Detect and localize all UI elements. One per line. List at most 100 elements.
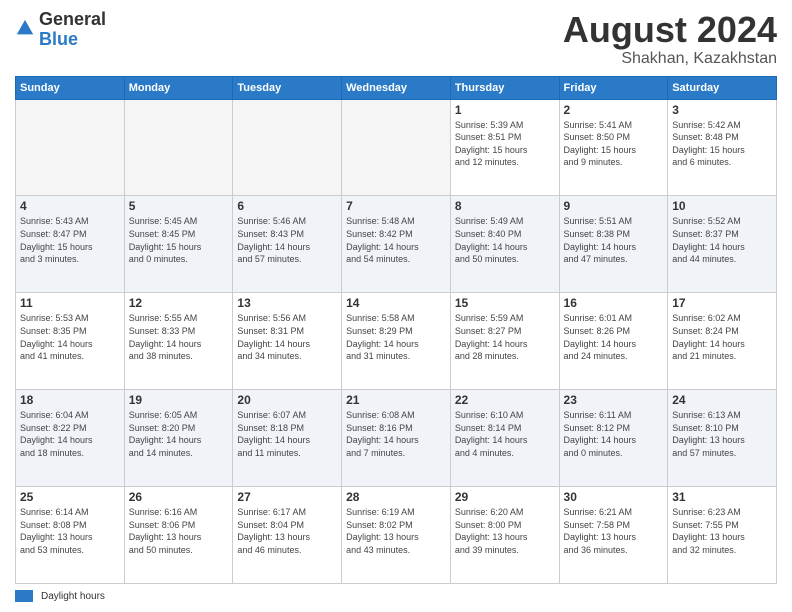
legend-text: Daylight hours (41, 591, 105, 602)
day-number: 2 (564, 103, 664, 117)
logo: General Blue (15, 10, 106, 50)
day-number: 26 (129, 490, 229, 504)
calendar-cell: 7 Sunrise: 5:48 AM Sunset: 8:42 PM Daylig… (342, 196, 451, 293)
day-info: Sunrise: 6:14 AM Sunset: 8:08 PM Dayligh… (20, 506, 120, 556)
calendar-cell (342, 99, 451, 196)
day-number: 19 (129, 393, 229, 407)
main-title: August 2024 (563, 10, 777, 50)
calendar-week-row: 25 Sunrise: 6:14 AM Sunset: 8:08 PM Dayli… (16, 487, 777, 584)
calendar-table: SundayMondayTuesdayWednesdayThursdayFrid… (15, 76, 777, 584)
day-number: 31 (672, 490, 772, 504)
day-number: 5 (129, 199, 229, 213)
day-info: Sunrise: 6:23 AM Sunset: 7:55 PM Dayligh… (672, 506, 772, 556)
day-info: Sunrise: 5:48 AM Sunset: 8:42 PM Dayligh… (346, 215, 446, 265)
weekday-header-monday: Monday (124, 76, 233, 99)
calendar-cell: 5 Sunrise: 5:45 AM Sunset: 8:45 PM Daylig… (124, 196, 233, 293)
day-info: Sunrise: 6:11 AM Sunset: 8:12 PM Dayligh… (564, 409, 664, 459)
day-info: Sunrise: 6:02 AM Sunset: 8:24 PM Dayligh… (672, 312, 772, 362)
calendar-cell: 14 Sunrise: 5:58 AM Sunset: 8:29 PM Dayli… (342, 293, 451, 390)
day-info: Sunrise: 5:58 AM Sunset: 8:29 PM Dayligh… (346, 312, 446, 362)
day-number: 8 (455, 199, 555, 213)
page: General Blue August 2024 Shakhan, Kazakh… (0, 0, 792, 612)
calendar-cell: 23 Sunrise: 6:11 AM Sunset: 8:12 PM Dayli… (559, 390, 668, 487)
calendar-cell: 4 Sunrise: 5:43 AM Sunset: 8:47 PM Daylig… (16, 196, 125, 293)
day-info: Sunrise: 6:20 AM Sunset: 8:00 PM Dayligh… (455, 506, 555, 556)
calendar-cell: 31 Sunrise: 6:23 AM Sunset: 7:55 PM Dayli… (668, 487, 777, 584)
logo-text-blue: Blue (39, 29, 78, 49)
day-info: Sunrise: 5:39 AM Sunset: 8:51 PM Dayligh… (455, 119, 555, 169)
day-number: 3 (672, 103, 772, 117)
day-info: Sunrise: 5:51 AM Sunset: 8:38 PM Dayligh… (564, 215, 664, 265)
sub-title: Shakhan, Kazakhstan (563, 50, 777, 68)
calendar-week-row: 18 Sunrise: 6:04 AM Sunset: 8:22 PM Dayli… (16, 390, 777, 487)
day-number: 10 (672, 199, 772, 213)
weekday-header-saturday: Saturday (668, 76, 777, 99)
calendar-cell: 9Sunrise: 5:51 AM Sunset: 8:38 PM Daylig… (559, 196, 668, 293)
day-number: 13 (237, 296, 337, 310)
day-number: 12 (129, 296, 229, 310)
calendar-cell: 10Sunrise: 5:52 AM Sunset: 8:37 PM Dayli… (668, 196, 777, 293)
weekday-header-thursday: Thursday (450, 76, 559, 99)
day-info: Sunrise: 6:04 AM Sunset: 8:22 PM Dayligh… (20, 409, 120, 459)
day-number: 6 (237, 199, 337, 213)
header: General Blue August 2024 Shakhan, Kazakh… (15, 10, 777, 68)
day-info: Sunrise: 6:07 AM Sunset: 8:18 PM Dayligh… (237, 409, 337, 459)
day-info: Sunrise: 6:10 AM Sunset: 8:14 PM Dayligh… (455, 409, 555, 459)
day-number: 24 (672, 393, 772, 407)
calendar-cell: 20 Sunrise: 6:07 AM Sunset: 8:18 PM Dayli… (233, 390, 342, 487)
day-number: 21 (346, 393, 446, 407)
day-number: 7 (346, 199, 446, 213)
day-info: Sunrise: 5:43 AM Sunset: 8:47 PM Dayligh… (20, 215, 120, 265)
day-number: 4 (20, 199, 120, 213)
calendar-cell: 29 Sunrise: 6:20 AM Sunset: 8:00 PM Dayli… (450, 487, 559, 584)
day-number: 27 (237, 490, 337, 504)
calendar-cell: 13Sunrise: 5:56 AM Sunset: 8:31 PM Dayli… (233, 293, 342, 390)
day-number: 22 (455, 393, 555, 407)
calendar-cell: 16 Sunrise: 6:01 AM Sunset: 8:26 PM Dayli… (559, 293, 668, 390)
day-info: Sunrise: 6:21 AM Sunset: 7:58 PM Dayligh… (564, 506, 664, 556)
day-info: Sunrise: 5:55 AM Sunset: 8:33 PM Dayligh… (129, 312, 229, 362)
weekday-header-tuesday: Tuesday (233, 76, 342, 99)
day-info: Sunrise: 6:08 AM Sunset: 8:16 PM Dayligh… (346, 409, 446, 459)
calendar-cell: 30 Sunrise: 6:21 AM Sunset: 7:58 PM Dayli… (559, 487, 668, 584)
logo-text-general: General (39, 9, 106, 29)
calendar-cell: 12 Sunrise: 5:55 AM Sunset: 8:33 PM Dayli… (124, 293, 233, 390)
day-number: 25 (20, 490, 120, 504)
title-block: August 2024 Shakhan, Kazakhstan (563, 10, 777, 68)
day-number: 15 (455, 296, 555, 310)
day-info: Sunrise: 5:46 AM Sunset: 8:43 PM Dayligh… (237, 215, 337, 265)
weekday-header-sunday: Sunday (16, 76, 125, 99)
day-number: 30 (564, 490, 664, 504)
calendar-cell: 27Sunrise: 6:17 AM Sunset: 8:04 PM Dayli… (233, 487, 342, 584)
day-info: Sunrise: 6:13 AM Sunset: 8:10 PM Dayligh… (672, 409, 772, 459)
calendar-cell: 2 Sunrise: 5:41 AM Sunset: 8:50 PM Daylig… (559, 99, 668, 196)
calendar-week-row: 11 Sunrise: 5:53 AM Sunset: 8:35 PM Dayli… (16, 293, 777, 390)
day-number: 16 (564, 296, 664, 310)
calendar-week-row: 4 Sunrise: 5:43 AM Sunset: 8:47 PM Daylig… (16, 196, 777, 293)
day-number: 28 (346, 490, 446, 504)
day-info: Sunrise: 5:41 AM Sunset: 8:50 PM Dayligh… (564, 119, 664, 169)
calendar-cell (233, 99, 342, 196)
calendar-week-row: 1Sunrise: 5:39 AM Sunset: 8:51 PM Daylig… (16, 99, 777, 196)
day-number: 23 (564, 393, 664, 407)
day-info: Sunrise: 5:42 AM Sunset: 8:48 PM Dayligh… (672, 119, 772, 169)
day-number: 11 (20, 296, 120, 310)
calendar-cell: 11 Sunrise: 5:53 AM Sunset: 8:35 PM Dayli… (16, 293, 125, 390)
day-info: Sunrise: 5:45 AM Sunset: 8:45 PM Dayligh… (129, 215, 229, 265)
day-number: 18 (20, 393, 120, 407)
footer: Daylight hours (15, 590, 777, 602)
day-info: Sunrise: 6:01 AM Sunset: 8:26 PM Dayligh… (564, 312, 664, 362)
day-info: Sunrise: 5:53 AM Sunset: 8:35 PM Dayligh… (20, 312, 120, 362)
day-info: Sunrise: 6:16 AM Sunset: 8:06 PM Dayligh… (129, 506, 229, 556)
calendar-cell (124, 99, 233, 196)
calendar-cell: 26 Sunrise: 6:16 AM Sunset: 8:06 PM Dayli… (124, 487, 233, 584)
day-number: 14 (346, 296, 446, 310)
weekday-header-wednesday: Wednesday (342, 76, 451, 99)
calendar-cell: 22 Sunrise: 6:10 AM Sunset: 8:14 PM Dayli… (450, 390, 559, 487)
calendar-cell (16, 99, 125, 196)
day-number: 20 (237, 393, 337, 407)
day-number: 29 (455, 490, 555, 504)
calendar-cell: 28Sunrise: 6:19 AM Sunset: 8:02 PM Dayli… (342, 487, 451, 584)
calendar-cell: 1Sunrise: 5:39 AM Sunset: 8:51 PM Daylig… (450, 99, 559, 196)
weekday-header-friday: Friday (559, 76, 668, 99)
